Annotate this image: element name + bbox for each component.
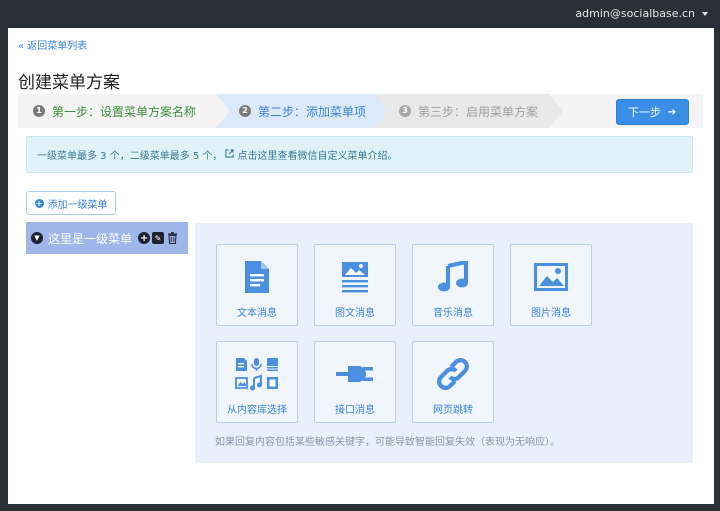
external-link-icon — [225, 148, 235, 161]
arrow-right-icon: ➔ — [667, 106, 677, 118]
info-alert: 一级菜单最多 3 个，二级菜单最多 5 个， 点击这里查看微信自定义菜单介绍。 — [26, 136, 693, 173]
tile-api-message[interactable]: 接口消息 — [314, 341, 396, 423]
step-1[interactable]: 1 第一步：设置菜单方案名称 — [18, 94, 216, 128]
step-label-3: 第三步：启用菜单方案 — [418, 104, 539, 119]
main-panel: « 返回菜单列表 创建菜单方案 1 第一步：设置菜单方案名称 2 第二步：添加菜… — [8, 28, 714, 504]
step-label-1: 第一步：设置菜单方案名称 — [52, 104, 197, 119]
tile-label: 图片消息 — [531, 308, 571, 319]
tile-label: 从内容库选择 — [227, 405, 287, 416]
image-icon — [511, 257, 591, 297]
step-3: 3 第三步：启用菜单方案 — [374, 94, 549, 128]
step-progress: 1 第一步：设置菜单方案名称 2 第二步：添加菜单项 3 第三步：启用菜单方案 — [18, 94, 703, 128]
tile-webpage-redirect[interactable]: 网页跳转 — [412, 341, 494, 423]
add-top-level-menu-button[interactable]: + 添加一级菜单 — [26, 191, 116, 215]
add-top-level-menu-label: 添加一级菜单 — [47, 199, 108, 211]
music-note-icon — [413, 257, 493, 297]
info-text: 一级菜单最多 3 个，二级菜单最多 5 个， — [37, 151, 223, 162]
tile-news-message[interactable]: 图文消息 — [314, 244, 396, 326]
wechat-menu-help-link[interactable]: 点击这里查看微信自定义菜单介绍。 — [237, 147, 397, 162]
tile-label: 音乐消息 — [433, 308, 473, 319]
plug-icon — [315, 354, 395, 394]
step-number-3: 3 — [399, 105, 411, 117]
step-divider-3 — [549, 94, 563, 128]
tile-image-message[interactable]: 图片消息 — [510, 244, 592, 326]
trash-icon[interactable] — [166, 232, 178, 244]
edit-icon[interactable]: ✎ — [152, 232, 165, 244]
next-step-label: 下一步 — [628, 106, 661, 119]
link-icon — [413, 354, 493, 394]
tile-label: 文本消息 — [237, 308, 277, 319]
top-bar: admin@socialbase.cn — [0, 0, 720, 28]
next-step-button[interactable]: 下一步 ➔ — [616, 99, 689, 125]
tile-label: 网页跳转 — [433, 405, 473, 416]
step-label-2: 第二步：添加菜单项 — [258, 104, 367, 119]
plus-circle-icon: + — [34, 198, 44, 208]
sensitive-keyword-notice: 如果回复内容包括某些敏感关键字，可能导致智能回复失效（表现为无响应）。 — [215, 437, 560, 448]
caret-down-icon[interactable] — [702, 11, 708, 16]
tile-content-library[interactable]: 从内容库选择 — [216, 341, 298, 423]
tile-label: 接口消息 — [335, 405, 375, 416]
step-divider-2 — [374, 94, 388, 128]
tile-text-message[interactable]: 文本消息 — [216, 244, 298, 326]
step-number-1: 1 — [33, 105, 45, 117]
tile-label: 图文消息 — [335, 308, 375, 319]
user-email[interactable]: admin@socialbase.cn — [575, 7, 695, 20]
user-menu[interactable]: admin@socialbase.cn — [575, 7, 708, 20]
page-title: 创建菜单方案 — [18, 73, 120, 93]
document-text-icon — [217, 257, 297, 297]
step-divider-1 — [216, 94, 230, 128]
add-submenu-icon[interactable]: + — [138, 232, 151, 244]
content-library-icon — [217, 354, 297, 394]
step-number-2: 2 — [239, 105, 251, 117]
reply-type-panel: 文本消息 图文消息 音乐消息 图片消息 从内容库选择 接口消息 网页跳转 如果回… — [195, 223, 693, 463]
article-news-icon — [315, 257, 395, 297]
menu-item-label: 这里是一级菜单 — [48, 231, 133, 246]
top-level-menu-item[interactable]: ▼ 这里是一级菜单 + ✎ — [26, 222, 188, 254]
back-to-menu-list-link[interactable]: « 返回菜单列表 — [18, 37, 87, 52]
tile-music-message[interactable]: 音乐消息 — [412, 244, 494, 326]
step-2[interactable]: 2 第二步：添加菜单项 — [216, 94, 374, 128]
chevron-down-icon[interactable]: ▼ — [31, 232, 43, 244]
